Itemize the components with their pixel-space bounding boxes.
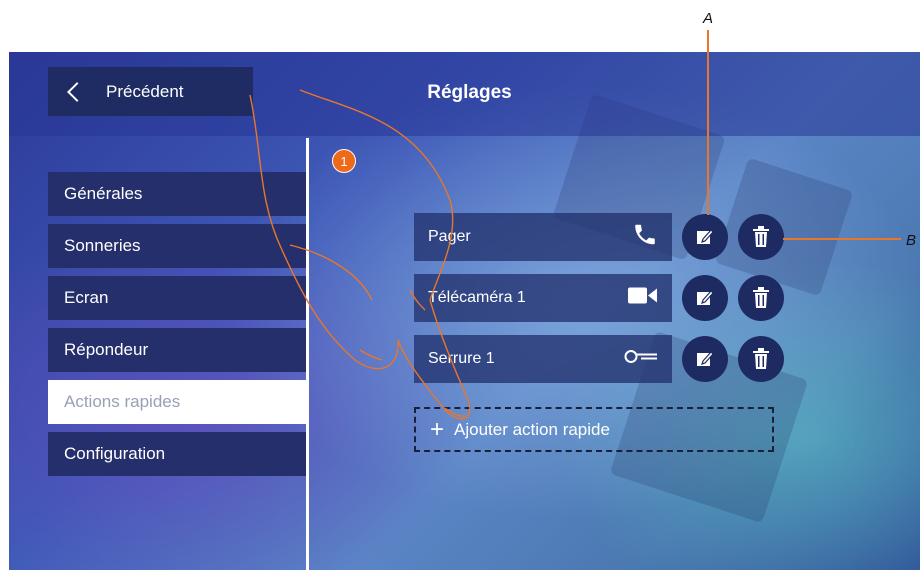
quick-action-row: Serrure 1 (414, 335, 784, 383)
edit-icon (697, 351, 714, 366)
menu-item-configuration[interactable]: Configuration (48, 432, 306, 476)
add-quick-action-label: Ajouter action rapide (454, 419, 610, 439)
trash-icon (753, 348, 769, 369)
plus-icon: + (430, 415, 445, 443)
trash-icon (753, 287, 769, 308)
menu-item-sonneries[interactable]: Sonneries (48, 224, 306, 268)
add-quick-action-button[interactable]: + Ajouter action rapide (414, 407, 774, 452)
page-title: Réglages (427, 82, 512, 103)
video-camera-icon (628, 287, 658, 310)
callout-label-a: A (703, 10, 714, 27)
divider (306, 138, 309, 570)
phone-icon (632, 222, 658, 253)
delete-button[interactable] (738, 214, 784, 260)
trash-icon (753, 226, 769, 247)
delete-button[interactable] (738, 336, 784, 382)
device-screen: Précédent Réglages Générales Sonneries E… (9, 52, 920, 570)
quick-action-row: Télécaméra 1 (414, 274, 784, 322)
settings-menu: Générales Sonneries Ecran Répondeur Acti… (48, 172, 306, 484)
quick-action-name: Pager (428, 228, 471, 245)
callout-label-b: B (906, 232, 917, 249)
key-icon (624, 350, 658, 369)
edit-button[interactable] (682, 336, 728, 382)
callout-line-b (783, 238, 901, 240)
callout-line-a (707, 30, 709, 215)
quick-action-name: Télécaméra 1 (428, 289, 526, 306)
step-badge: 1 (332, 149, 356, 173)
edit-icon (697, 229, 714, 244)
delete-button[interactable] (738, 275, 784, 321)
quick-action-label[interactable]: Serrure 1 (414, 335, 672, 383)
menu-item-repondeur[interactable]: Répondeur (48, 328, 306, 372)
quick-action-row: Pager (414, 213, 784, 261)
menu-item-actions-rapides[interactable]: Actions rapides (48, 380, 306, 424)
edit-icon (697, 290, 714, 305)
menu-item-generales[interactable]: Générales (48, 172, 306, 216)
menu-item-ecran[interactable]: Ecran (48, 276, 306, 320)
edit-button[interactable] (682, 214, 728, 260)
quick-action-name: Serrure 1 (428, 350, 495, 367)
quick-action-label[interactable]: Pager (414, 213, 672, 261)
quick-action-label[interactable]: Télécaméra 1 (414, 274, 672, 322)
edit-button[interactable] (682, 275, 728, 321)
